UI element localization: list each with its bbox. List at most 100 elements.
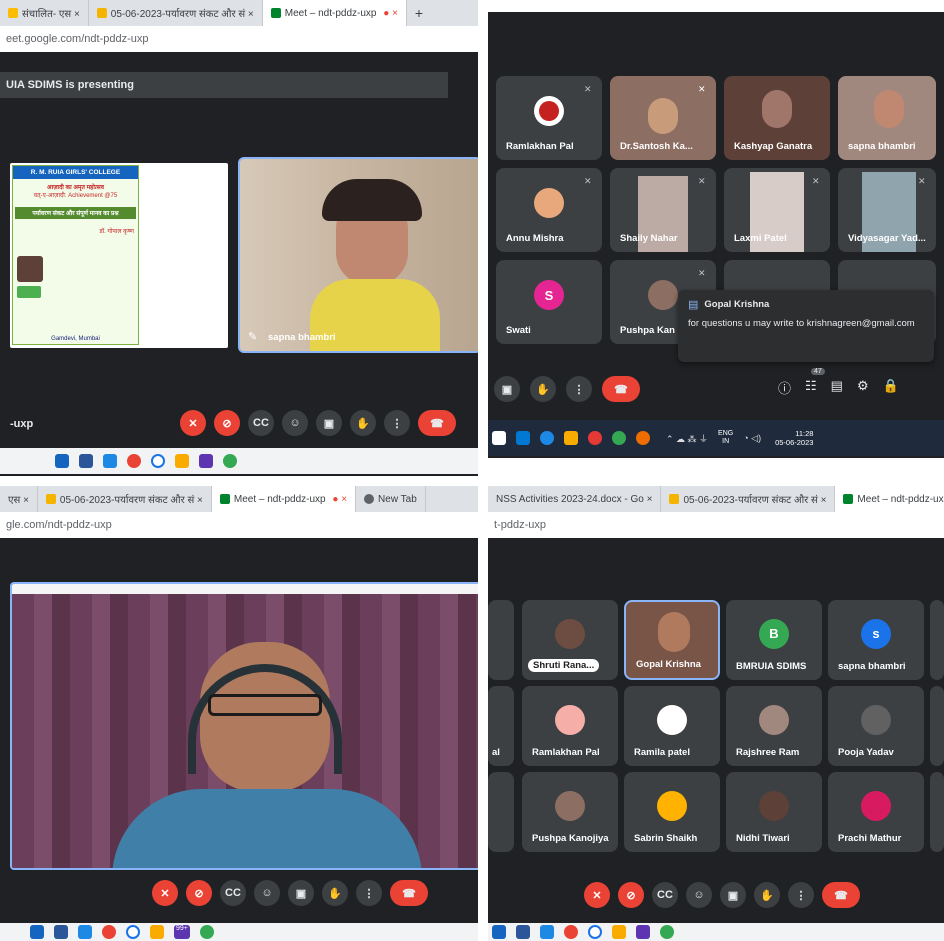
chat-notification[interactable]: ▤ Gopal Krishna for questions u may writ… [678,290,934,362]
emoji-button[interactable]: ☺ [282,410,308,436]
chrome-icon[interactable] [660,925,674,939]
participant-tile[interactable]: Ramlakhan Pal [522,686,618,766]
raise-hand-button[interactable]: ✋ [350,410,376,436]
more-options-button[interactable]: ⋮ [788,882,814,908]
more-options-button[interactable]: ⋮ [384,410,410,436]
participant-tile-partial[interactable] [930,686,944,766]
folder-icon[interactable] [150,925,164,939]
info-icon[interactable]: ⓘ [778,378,791,397]
tab-meet[interactable]: Meet – ndt-pddz-uxp ● [835,486,944,512]
participant-tile[interactable]: Pooja Yadav [828,686,924,766]
mail-icon[interactable] [540,925,554,939]
participant-tile[interactable]: ✕ Laxmi Patel [724,168,830,252]
tab-slides[interactable]: 05-06-2023-पर्यावरण संकट और सं × [89,0,263,26]
tab-docs[interactable]: NSS Activities 2023-24.docx - Go × [488,486,662,512]
participant-tile[interactable]: ✕ Ramlakhan Pal [496,76,602,160]
participant-tile[interactable]: Prachi Mathur [828,772,924,852]
leave-call-button[interactable]: ☎ [390,880,428,906]
participant-tile[interactable]: B BMRUIA SDIMS [726,600,822,680]
more-options-button[interactable]: ⋮ [356,880,382,906]
host-controls-icon[interactable]: 🔒 [883,378,899,397]
leave-call-button[interactable]: ☎ [418,410,456,436]
chrome-icon[interactable] [612,431,626,445]
present-button[interactable]: ▣ [316,410,342,436]
address-bar[interactable]: t-pddz-uxp [488,512,944,538]
participant-tile-partial[interactable] [488,772,514,852]
participant-tile[interactable]: ✕ Vidyasagar Yad... [838,168,936,252]
search-icon[interactable] [588,925,602,939]
address-bar[interactable]: eet.google.com/ndt-pddz-uxp [0,26,478,52]
present-button[interactable]: ▣ [494,376,520,402]
tab-sanchalit[interactable]: एस × [0,486,38,512]
captions-button[interactable]: CC [652,882,678,908]
search-icon[interactable] [151,454,165,468]
opera-icon[interactable] [588,431,602,445]
tab-meet[interactable]: Meet – ndt-pddz-uxp ● × [211,486,357,512]
participant-tile-partial[interactable] [488,600,514,680]
address-bar[interactable]: gle.com/ndt-pddz-uxp [0,512,478,538]
participant-tile[interactable]: Sabrin Shaikh [624,772,720,852]
present-button[interactable]: ▣ [288,880,314,906]
present-button[interactable]: ▣ [720,882,746,908]
participant-tile-active-speaker[interactable]: Gopal Krishna [624,600,720,680]
tab-meet[interactable]: Meet – ndt-pddz-uxp ● × [262,0,407,26]
emoji-button[interactable]: ☺ [686,882,712,908]
participant-tile[interactable]: s sapna bhambri [828,600,924,680]
more-options-button[interactable]: ⋮ [566,376,592,402]
pin-icon[interactable]: ✎ [248,330,257,343]
tab-sanchalit[interactable]: संचालित- एस × [0,0,89,26]
captions-button[interactable]: CC [220,880,246,906]
chrome-icon[interactable] [102,925,116,939]
participant-tile[interactable]: sapna bhambri [838,76,936,160]
word-icon[interactable] [79,454,93,468]
word-icon[interactable] [516,925,530,939]
mic-off-button[interactable]: ✕ [152,880,178,906]
mail-icon[interactable] [78,925,92,939]
mic-off-button[interactable]: ✕ [584,882,610,908]
chrome-icon[interactable] [199,925,214,939]
mail-icon[interactable] [516,431,530,445]
participant-tile[interactable]: ✕ Annu Mishra [496,168,602,252]
leave-call-button[interactable]: ☎ [602,376,640,402]
chat-icon[interactable]: ▤ [831,378,843,397]
mic-off-button[interactable]: ✕ [180,410,206,436]
taskbar-icon[interactable] [492,925,506,939]
participant-tile[interactable]: S Swati [496,260,602,344]
raise-hand-button[interactable]: ✋ [754,882,780,908]
camera-off-button[interactable]: ⊘ [186,880,212,906]
app-icon[interactable] [636,431,650,445]
participant-tile-partial[interactable] [930,772,944,852]
folder-icon[interactable] [175,454,189,468]
search-icon[interactable] [126,925,140,939]
camera-off-button[interactable]: ⊘ [618,882,644,908]
taskbar-icon[interactable] [492,431,506,445]
edge-icon[interactable] [540,431,554,445]
raise-hand-button[interactable]: ✋ [322,880,348,906]
participant-tile[interactable]: Ramila patel [624,686,720,766]
activities-icon[interactable]: ⚙ [857,378,869,397]
tab-slides[interactable]: 05-06-2023-पर्यावरण संकट और सं × [38,486,212,512]
new-tab-button[interactable]: + [407,0,431,26]
participant-tile[interactable]: ✕ Shaily Nahar [610,168,716,252]
chrome-icon[interactable] [223,454,237,468]
participant-tile[interactable]: Rajshree Ram [726,686,822,766]
clock[interactable]: 11:28 05-06-2023 [775,429,813,447]
teams-icon[interactable] [636,925,650,939]
teams-icon[interactable]: 99+ [174,925,190,939]
participant-tile[interactable]: ✕ Dr.Santosh Ka... [610,76,716,160]
folder-icon[interactable] [564,431,578,445]
teams-icon[interactable] [199,454,213,468]
chrome-icon[interactable] [127,454,141,468]
taskbar-icon[interactable] [55,454,69,468]
mail-icon[interactable] [103,454,117,468]
leave-call-button[interactable]: ☎ [822,882,860,908]
participant-tile[interactable]: Shruti Rana... [522,600,618,680]
folder-icon[interactable] [612,925,626,939]
captions-button[interactable]: CC [248,410,274,436]
participant-tile[interactable]: Pushpa Kanojiya [522,772,618,852]
word-icon[interactable] [54,925,68,939]
chrome-icon[interactable] [564,925,578,939]
participant-tile-partial[interactable] [930,600,944,680]
participant-tile[interactable]: Nidhi Tiwari [726,772,822,852]
tab-new[interactable]: New Tab [356,486,426,512]
